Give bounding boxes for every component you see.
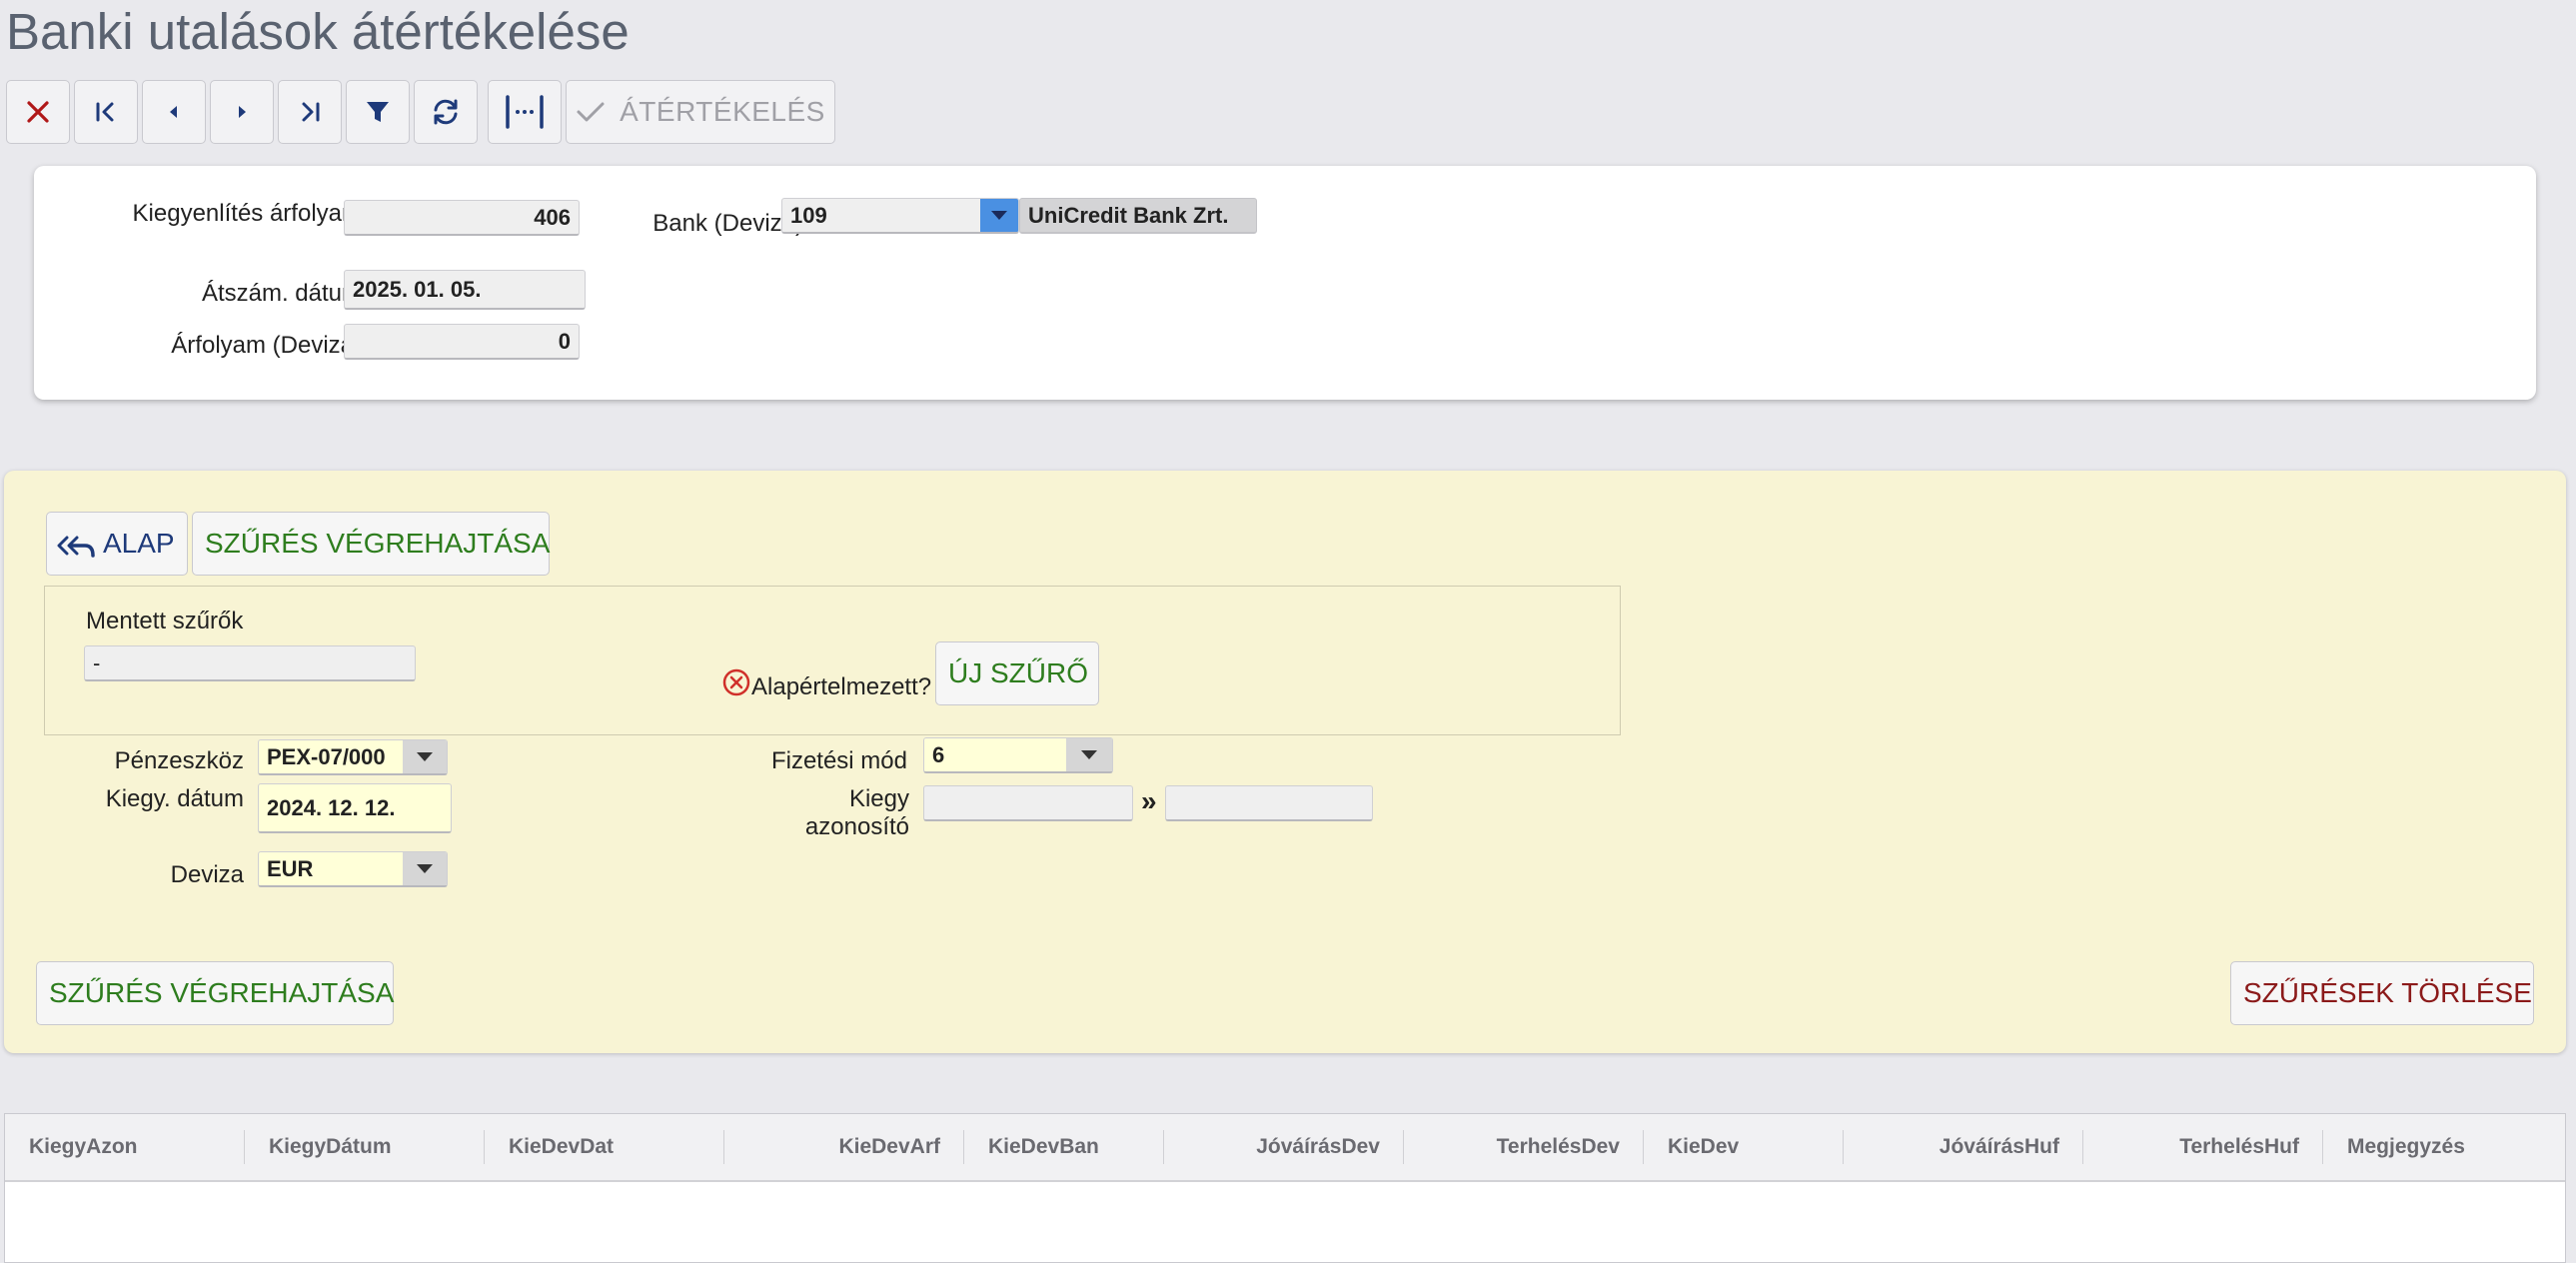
refresh-icon <box>434 99 458 125</box>
fizetesi-mod-select[interactable]: 6 <box>923 737 1113 773</box>
default-filter-label: Alapértelmezett? <box>751 673 932 700</box>
first-record-icon <box>96 102 114 122</box>
alap-button[interactable]: ALAP <box>46 512 188 576</box>
column-header-jovairashuf[interactable]: JóváírásHuf <box>1844 1114 2083 1180</box>
column-header-terhelesdev[interactable]: TerhelésDev <box>1404 1114 1644 1180</box>
clear-filters-button[interactable]: SZŰRÉSEK TÖRLÉSE <box>2230 961 2534 1025</box>
close-button[interactable] <box>6 80 70 144</box>
kiegy-datum-label: Kiegy. dátum <box>105 785 244 812</box>
kiegyenlites-label: Kiegyenlítés árfolyam <box>132 200 362 227</box>
page-title: Banki utalások átértékelése <box>6 3 630 60</box>
close-icon <box>27 101 49 123</box>
kiegy-azonosito-label: Kiegy azonosító <box>804 785 909 840</box>
chevron-down-icon[interactable] <box>1066 738 1112 771</box>
next-record-button[interactable] <box>210 80 274 144</box>
kiegy-datum-field[interactable]: 2024. 12. 12. <box>258 783 452 833</box>
chevron-down-icon[interactable] <box>403 740 447 773</box>
kiegyenlites-arfolyam-field[interactable]: 406 <box>344 200 580 236</box>
revalue-label: ÁTÉRTÉKELÉS <box>620 96 825 127</box>
filter-icon <box>367 102 389 122</box>
check-icon <box>577 102 605 122</box>
revalue-button[interactable]: ÁTÉRTÉKELÉS <box>566 80 835 144</box>
range-separator: » <box>1141 785 1157 816</box>
atszam-datum-label: Átszám. dátum <box>201 280 362 307</box>
penzeszkoz-select[interactable]: PEX-07/000 <box>258 739 448 775</box>
column-header-kiedev[interactable]: KieDev <box>1644 1114 1844 1180</box>
error-circle-icon <box>722 668 750 696</box>
penzeszkoz-value: PEX-07/000 <box>267 744 386 769</box>
column-header-kiedevarf[interactable]: KieDevArf <box>724 1114 964 1180</box>
previous-record-button[interactable] <box>142 80 206 144</box>
bank-code-value: 109 <box>790 203 827 228</box>
fizetesi-mod-label: Fizetési mód <box>770 747 907 774</box>
column-header-kiegydatum[interactable]: KiegyDátum <box>245 1114 485 1180</box>
alap-label: ALAP <box>103 528 175 559</box>
run-filter-button-bottom[interactable]: SZŰRÉS VÉGREHAJTÁSA <box>36 961 394 1025</box>
bank-deviza-label: Bank (Deviza) <box>652 210 803 237</box>
arfolyam-deviza-field[interactable]: 0 <box>344 324 580 360</box>
last-record-button[interactable] <box>278 80 342 144</box>
column-width-button[interactable] <box>488 80 562 144</box>
deviza-value: EUR <box>267 856 314 881</box>
results-grid: KiegyAzon KiegyDátum KieDevDat KieDevArf… <box>4 1113 2566 1263</box>
column-header-kiegyazon[interactable]: KiegyAzon <box>5 1114 245 1180</box>
first-record-button[interactable] <box>74 80 138 144</box>
deviza-label: Deviza <box>170 861 244 888</box>
chevron-down-icon[interactable] <box>980 199 1018 232</box>
refresh-button[interactable] <box>414 80 478 144</box>
bank-name-field: UniCredit Bank Zrt. <box>1019 198 1257 234</box>
run-filter-button-top[interactable]: SZŰRÉS VÉGREHAJTÁSA <box>192 512 550 576</box>
previous-icon <box>170 106 177 118</box>
column-header-jovairasdev[interactable]: JóváírásDev <box>1164 1114 1404 1180</box>
saved-filters-select[interactable]: - <box>84 645 416 681</box>
column-header-kiedevdat[interactable]: KieDevDat <box>485 1114 724 1180</box>
fizetesi-mod-value: 6 <box>932 742 945 767</box>
column-header-kiedevban[interactable]: KieDevBan <box>964 1114 1164 1180</box>
arfolyam-deviza-label: Árfolyam (Deviza) <box>171 332 362 359</box>
revaluation-form-panel: Kiegyenlítés árfolyam 406 Átszám. dátum … <box>34 166 2536 400</box>
reply-all-icon <box>57 536 95 558</box>
last-record-icon <box>302 102 320 122</box>
new-filter-button[interactable]: ÚJ SZŰRŐ <box>935 641 1099 705</box>
kiegy-azonosito-from-field[interactable] <box>923 785 1133 821</box>
deviza-select[interactable]: EUR <box>258 851 448 887</box>
kiegy-azonosito-to-field[interactable] <box>1165 785 1373 821</box>
column-header-megjegyzes[interactable]: Megjegyzés <box>2323 1114 2565 1180</box>
penzeszkoz-label: Pénzeszköz <box>114 747 244 774</box>
chevron-down-icon[interactable] <box>403 852 447 885</box>
next-icon <box>239 106 246 118</box>
column-header-terheleshuf[interactable]: TerhelésHuf <box>2083 1114 2323 1180</box>
bank-code-select[interactable]: 109 <box>781 198 1019 234</box>
filter-button[interactable] <box>346 80 410 144</box>
atszam-datum-field[interactable]: 2025. 01. 05. <box>344 270 586 310</box>
saved-filters-label: Mentett szűrők <box>86 608 244 634</box>
grid-header: KiegyAzon KiegyDátum KieDevDat KieDevArf… <box>5 1114 2565 1182</box>
column-width-icon <box>506 95 544 129</box>
